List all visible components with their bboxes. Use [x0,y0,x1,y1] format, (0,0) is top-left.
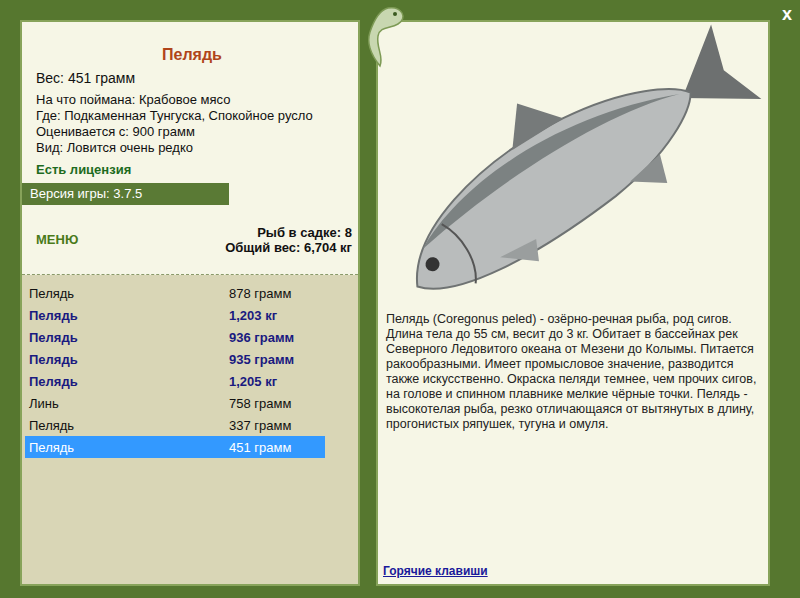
close-button[interactable]: x [782,4,792,25]
fish-detail: Оценивается с: 900 грамм [36,124,348,140]
license-label: Есть лицензия [36,162,348,177]
fish-description-panel: Пелядь (Coregonus peled) - озёрно-речная… [376,20,770,586]
catch-weight: 935 грамм [229,352,294,367]
fish-info: Пелядь Вес: 451 грамм На что поймана: Краб… [22,22,358,183]
hotkeys-link[interactable]: Горячие клавиши [378,564,768,584]
catch-row[interactable]: Пелядь935 грамм [25,348,325,370]
catch-name: Пелядь [29,308,229,323]
catch-name: Пелядь [29,374,229,389]
fish-detail: Где: Подкаменная Тунгуска, Спокойное рус… [36,108,348,124]
catch-row[interactable]: Пелядь936 грамм [25,326,325,348]
catch-name: Пелядь [29,286,229,301]
fish-title: Пелядь [36,46,348,64]
catch-row[interactable]: Линь758 грамм [25,392,325,414]
lizard-logo-icon [358,2,410,68]
catch-row[interactable]: Пелядь1,205 кг [25,370,325,392]
fish-picture [378,22,768,304]
catch-row[interactable]: Пелядь337 грамм [25,414,325,436]
fish-detail: Вид: Ловится очень редко [36,140,348,156]
menu-button[interactable]: МЕНЮ [36,232,78,247]
menu-row: МЕНЮ Рыб в садке: 8Общий вес: 6,704 кг [22,205,358,275]
catch-weight: 1,205 кг [229,374,277,389]
catch-list: Пелядь878 граммПелядь1,203 кгПелядь936 г… [22,275,358,584]
keepnet-summary: Рыб в садке: 8Общий вес: 6,704 кг [225,225,352,255]
catch-weight: 1,203 кг [229,308,277,323]
catch-name: Пелядь [29,418,229,433]
catch-weight: 936 грамм [229,330,294,345]
spacer [378,432,768,564]
keepnet-count: Рыб в садке: 8 [225,225,352,240]
catch-row[interactable]: Пелядь878 грамм [25,282,325,304]
catch-weight: 451 грамм [229,440,291,455]
catch-weight: 337 грамм [229,418,291,433]
fish-detail: На что поймана: Крабовое мясо [36,92,348,108]
catch-panel: Пелядь Вес: 451 грамм На что поймана: Краб… [20,20,360,586]
catch-weight: 878 грамм [229,286,291,301]
fish-weight: Вес: 451 грамм [36,70,348,86]
catch-name: Пелядь [29,352,229,367]
keepnet-total: Общий вес: 6,704 кг [225,240,352,255]
fish-info-window: Пелядь Вес: 451 грамм На что поймана: Краб… [0,0,800,598]
catch-name: Линь [29,396,229,411]
catch-weight: 758 грамм [229,396,291,411]
catch-row[interactable]: Пелядь451 грамм [25,436,325,458]
catch-row[interactable]: Пелядь1,203 кг [25,304,325,326]
fish-description: Пелядь (Coregonus peled) - озёрно-речная… [378,304,768,432]
catch-name: Пелядь [29,330,229,345]
catch-name: Пелядь [29,440,229,455]
fish-illustration [378,22,768,304]
version-bar: Версия игры: 3.7.5 [22,183,229,205]
